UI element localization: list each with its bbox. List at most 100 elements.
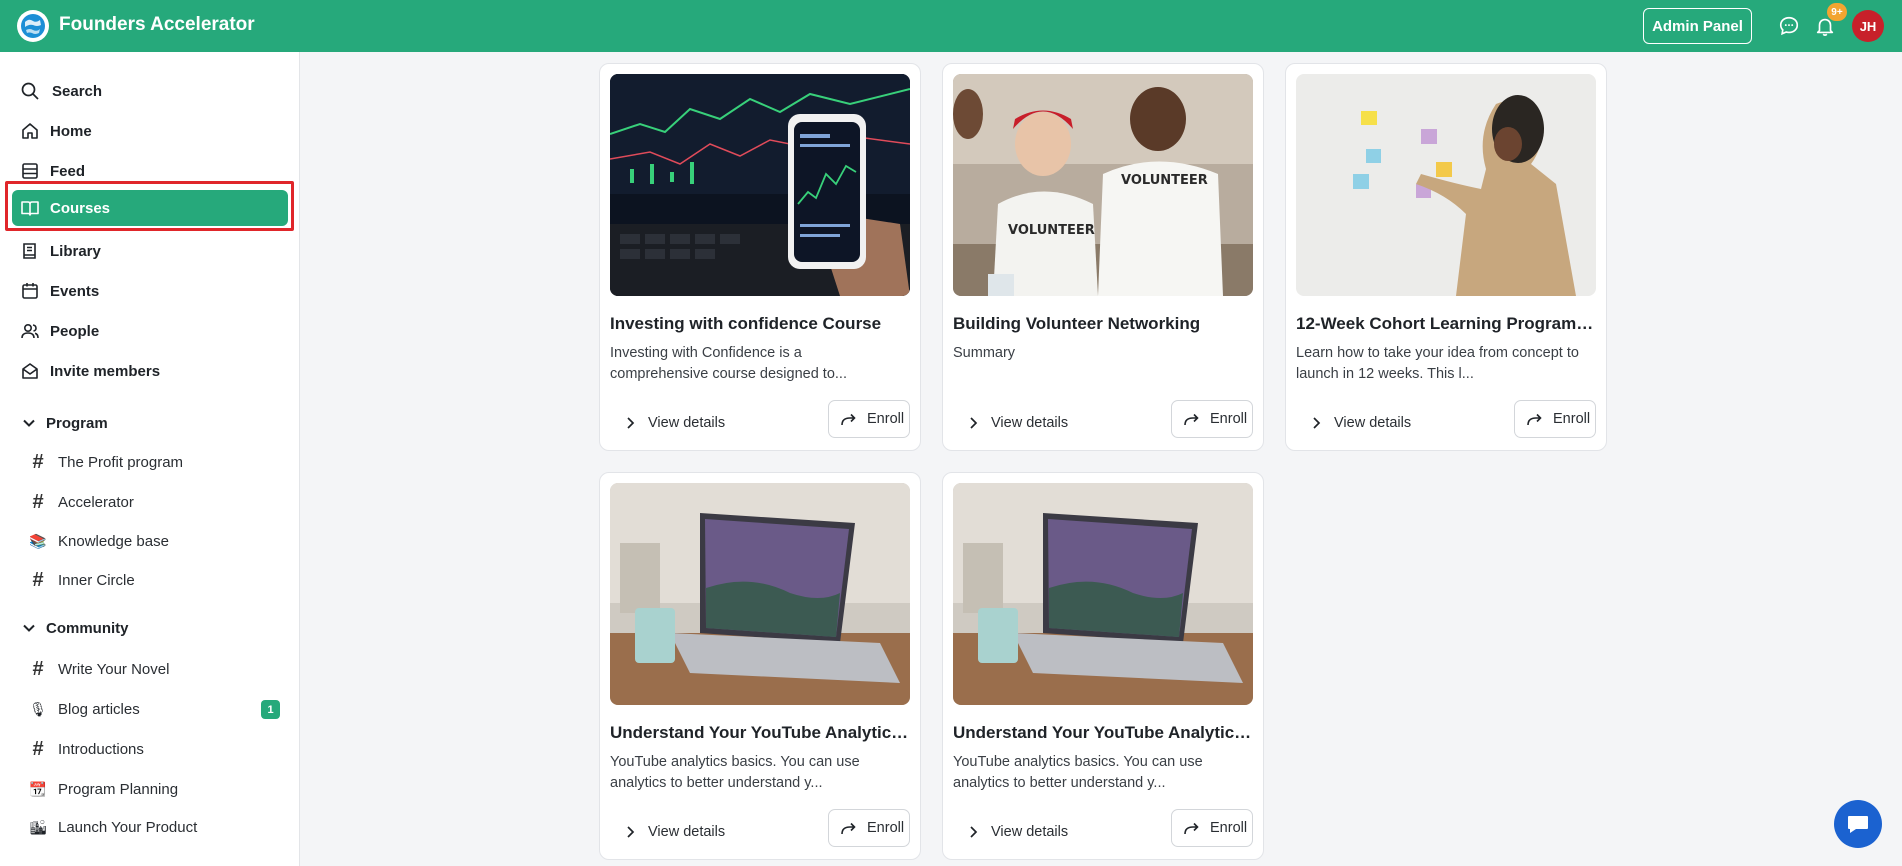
channel-label: Blog articles — [58, 700, 140, 718]
course-description: Investing with Confidence is a comprehen… — [610, 345, 847, 382]
view-details-button[interactable]: View details — [953, 405, 1068, 441]
course-card[interactable]: VOLUNTEER VOLUNTEER Building Volunteer N… — [942, 63, 1264, 451]
channel-label: The Profit program — [58, 453, 184, 471]
sidebar-item-label: Feed — [50, 163, 86, 180]
section-header-program[interactable]: Program — [20, 412, 108, 434]
share-arrow-icon — [1184, 822, 1199, 835]
share-arrow-icon — [1527, 413, 1542, 426]
view-details-label: View details — [1334, 415, 1412, 431]
search-icon — [21, 82, 39, 100]
view-details-label: View details — [648, 824, 726, 840]
course-title[interactable]: 12-Week Cohort Learning Program: Launch … — [1296, 314, 1598, 334]
books-icon: 📚 — [29, 532, 47, 549]
globe-logo-icon — [21, 14, 45, 38]
trading-phone-photo — [610, 74, 910, 296]
hash-icon: # — [32, 657, 44, 680]
svg-text:VOLUNTEER: VOLUNTEER — [1121, 173, 1208, 188]
user-avatar[interactable]: JH — [1852, 10, 1884, 42]
course-image-trading-phone[interactable] — [610, 74, 910, 296]
course-description: Learn how to take your idea from concept… — [1296, 345, 1579, 382]
sidebar-item-people[interactable]: People — [12, 313, 288, 349]
view-details-button[interactable]: View details — [1296, 405, 1411, 441]
hash-icon: # — [32, 568, 44, 591]
sidebar-item-home[interactable]: Home — [12, 113, 288, 149]
course-image-laptop[interactable] — [953, 483, 1253, 705]
channel-knowledge-base[interactable]: 📚 Knowledge base — [28, 528, 288, 554]
hash-icon: # — [32, 450, 44, 473]
enroll-button[interactable]: Enroll — [828, 809, 910, 847]
view-details-label: View details — [648, 415, 726, 431]
top-bar: Founders Accelerator Admin Panel 9+ JH — [0, 0, 1902, 52]
enroll-button[interactable]: Enroll — [1514, 400, 1596, 438]
channel-accelerator[interactable]: # Accelerator — [28, 489, 288, 515]
chevron-down-icon — [23, 419, 35, 427]
sidebar-item-invite-members[interactable]: Invite members — [12, 353, 288, 389]
view-details-label: View details — [991, 415, 1069, 431]
sidebar-item-events[interactable]: Events — [12, 273, 288, 309]
channel-label: Launch Your Product — [58, 818, 198, 836]
chevron-down-icon — [23, 624, 35, 632]
channel-label: Knowledge base — [58, 532, 169, 550]
notification-badge: 9+ — [1827, 3, 1847, 21]
enroll-label: Enroll — [1210, 411, 1248, 427]
channel-label: Write Your Novel — [58, 660, 170, 678]
support-chat-button[interactable] — [1834, 800, 1882, 848]
chevron-right-icon — [627, 826, 635, 838]
feed-icon — [22, 163, 38, 179]
channel-label: Accelerator — [58, 493, 134, 511]
enroll-label: Enroll — [1553, 411, 1591, 427]
course-title[interactable]: Understand Your YouTube Analytics Basics — [953, 723, 1255, 743]
volunteers-photo: VOLUNTEER VOLUNTEER — [953, 74, 1253, 296]
sidebar-item-library[interactable]: Library — [12, 233, 288, 269]
sidebar-item-label: Search — [52, 83, 103, 100]
channel-the-profit-program[interactable]: # The Profit program — [28, 449, 288, 475]
channel-label: Program Planning — [58, 780, 179, 798]
chevron-right-icon — [970, 417, 978, 429]
course-image-volunteers[interactable]: VOLUNTEER VOLUNTEER — [953, 74, 1253, 296]
channel-write-your-novel[interactable]: # Write Your Novel — [28, 656, 288, 682]
course-title[interactable]: Building Volunteer Networking — [953, 314, 1255, 334]
channel-program-planning[interactable]: 📆 Program Planning — [28, 776, 288, 802]
hash-icon: # — [32, 490, 44, 513]
course-title[interactable]: Investing with confidence Course — [610, 314, 912, 334]
course-title[interactable]: Understand Your YouTube Analytics Basics — [610, 723, 912, 743]
chat-bubble-icon[interactable] — [1778, 15, 1800, 37]
home-icon — [22, 123, 38, 139]
course-card[interactable]: 12-Week Cohort Learning Program: Launch … — [1285, 63, 1607, 451]
channel-launch-your-product[interactable]: 🏙 Launch Your Product — [28, 814, 288, 840]
view-details-button[interactable]: View details — [610, 814, 725, 850]
course-image-laptop[interactable] — [610, 483, 910, 705]
sticky-notes-photo — [1296, 74, 1596, 296]
brand-logo[interactable] — [17, 10, 49, 42]
course-description: YouTube analytics basics. You can use an… — [953, 754, 1203, 791]
course-card[interactable]: Investing with confidence Course Investi… — [599, 63, 921, 451]
channel-introductions[interactable]: # Introductions — [28, 736, 288, 762]
course-card[interactable]: Understand Your YouTube Analytics Basics… — [599, 472, 921, 860]
laptop-photo — [953, 483, 1253, 705]
channel-inner-circle[interactable]: # Inner Circle — [28, 567, 288, 593]
section-title: Community — [46, 619, 129, 637]
section-header-community[interactable]: Community — [20, 617, 129, 639]
course-description: YouTube analytics basics. You can use an… — [610, 754, 860, 791]
sidebar-item-label: Invite members — [50, 363, 161, 380]
channel-label: Introductions — [58, 740, 144, 758]
envelope-icon — [22, 363, 38, 379]
view-details-button[interactable]: View details — [953, 814, 1068, 850]
course-image-sticky-notes[interactable] — [1296, 74, 1596, 296]
laptop-photo — [610, 483, 910, 705]
sidebar-item-label: Events — [50, 283, 100, 300]
app-title[interactable]: Founders Accelerator — [59, 14, 255, 36]
enroll-label: Enroll — [1210, 820, 1248, 836]
admin-panel-button[interactable]: Admin Panel — [1643, 8, 1752, 44]
course-card[interactable]: Understand Your YouTube Analytics Basics… — [942, 472, 1264, 860]
enroll-label: Enroll — [867, 411, 905, 427]
view-details-button[interactable]: View details — [610, 405, 725, 441]
sidebar-item-search[interactable]: Search — [12, 73, 288, 109]
enroll-button[interactable]: Enroll — [1171, 809, 1253, 847]
channel-blog-articles[interactable]: 🎙 Blog articles 1 — [28, 696, 288, 722]
svg-text:VOLUNTEER: VOLUNTEER — [1008, 223, 1095, 238]
course-description: Summary — [953, 345, 1016, 361]
enroll-button[interactable]: Enroll — [828, 400, 910, 438]
sidebar: Search Home Feed Courses Library Events … — [0, 52, 300, 866]
enroll-button[interactable]: Enroll — [1171, 400, 1253, 438]
